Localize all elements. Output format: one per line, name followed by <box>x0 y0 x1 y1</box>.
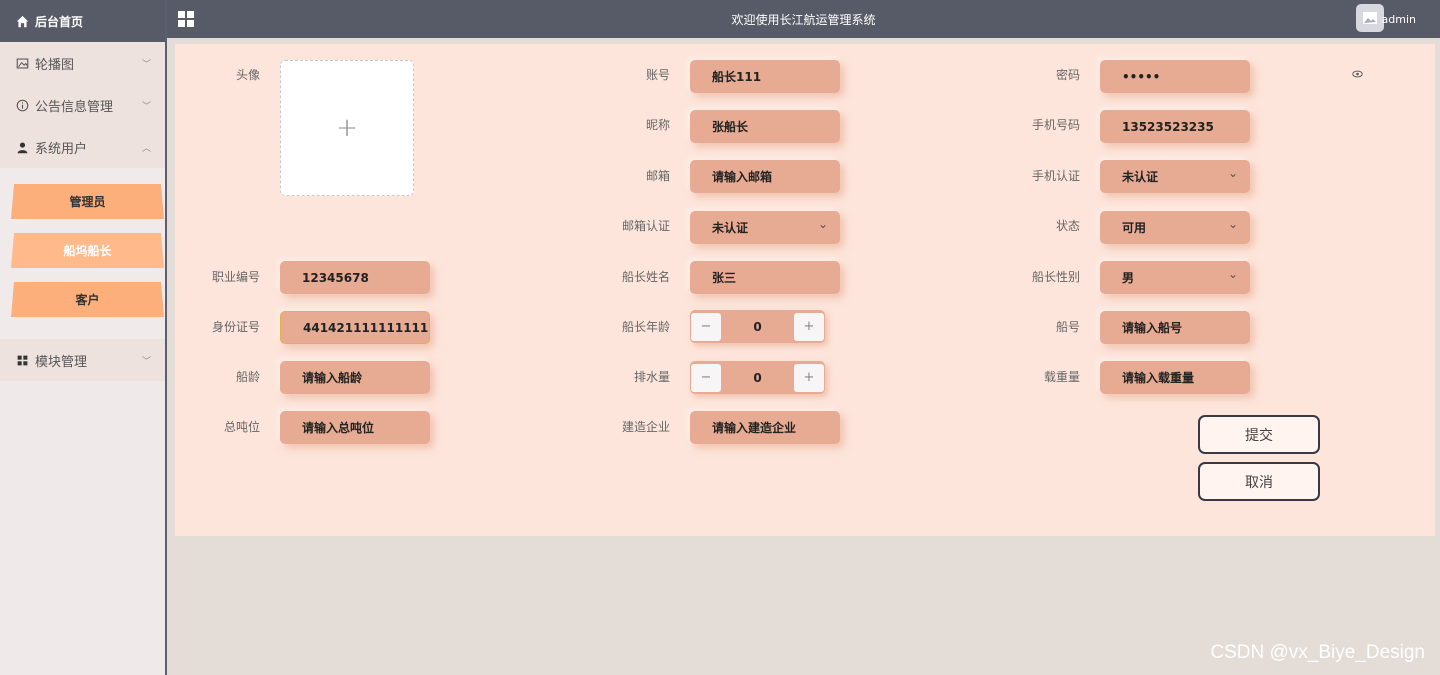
ship-no-label: 船号 <box>1055 320 1080 334</box>
sidebar-home[interactable]: 后台首页 <box>0 0 165 42</box>
id-card-input[interactable]: 441421111111111 <box>280 311 430 344</box>
account-label: 账号 <box>645 68 670 82</box>
nickname-label: 昵称 <box>645 118 670 132</box>
captain-age-label: 船长年龄 <box>621 320 670 334</box>
sidebar: 后台首页 轮播图 ﹀ 公告信息管理 ﹀ 系统用户 ︿ 管理员 船坞船长 客户 模… <box>0 0 167 675</box>
sidebar-home-label: 后台首页 <box>35 14 84 29</box>
ship-age-input[interactable]: 请输入船龄 <box>280 361 430 394</box>
password-input[interactable]: ••••• <box>1100 60 1250 93</box>
phone-label: 手机号码 <box>1031 118 1080 132</box>
builder-label: 建造企业 <box>621 420 670 434</box>
cancel-button[interactable]: 取消 <box>1198 462 1320 501</box>
minus-button[interactable]: − <box>691 312 721 341</box>
home-icon <box>16 15 29 27</box>
phone-verify-label: 手机认证 <box>1031 169 1080 183</box>
captain-name-label: 船长姓名 <box>621 270 670 284</box>
sidebar-item-system-users[interactable]: 系统用户 ︿ <box>0 126 165 168</box>
phone-verify-select[interactable]: 未认证 <box>1100 160 1250 193</box>
status-select[interactable]: 可用 <box>1100 211 1250 244</box>
module-icon <box>17 355 28 365</box>
email-label: 邮箱 <box>645 169 670 183</box>
nickname-input[interactable]: 张船长 <box>690 110 840 143</box>
form-panel: 头像 + 职业编号 12345678 身份证号 441421111111111 … <box>175 44 1435 536</box>
sidebar-item-label: 模块管理 <box>35 354 88 370</box>
email-input[interactable]: 请输入邮箱 <box>690 160 840 193</box>
submenu-item-captain[interactable]: 船坞船长 <box>11 233 164 268</box>
account-input[interactable]: 船长111 <box>690 60 840 93</box>
ship-no-input[interactable]: 请输入船号 <box>1100 311 1250 344</box>
submit-button[interactable]: 提交 <box>1198 415 1320 454</box>
ship-age-label: 船龄 <box>235 370 260 384</box>
load-input[interactable]: 请输入载重量 <box>1100 361 1250 394</box>
email-verify-label: 邮箱认证 <box>621 219 670 233</box>
displacement-stepper: − 0 + <box>690 361 825 394</box>
captain-gender-select[interactable]: 男 <box>1100 261 1250 294</box>
status-label: 状态 <box>1055 219 1080 233</box>
job-no-label: 职业编号 <box>211 270 260 284</box>
captain-age-value[interactable]: 0 <box>753 320 761 334</box>
displacement-label: 排水量 <box>633 370 670 384</box>
submenu: 管理员 船坞船长 客户 <box>0 168 165 339</box>
user-icon <box>17 141 28 153</box>
avatar-upload[interactable]: + <box>280 60 414 196</box>
sidebar-item-notice[interactable]: 公告信息管理 ﹀ <box>0 84 165 126</box>
builder-input[interactable]: 请输入建造企业 <box>690 411 840 444</box>
eye-icon[interactable] <box>1352 68 1363 81</box>
minus-button[interactable]: − <box>691 363 721 392</box>
sidebar-item-label: 轮播图 <box>35 57 75 73</box>
tonnage-input[interactable]: 请输入总吨位 <box>280 411 430 444</box>
plus-button[interactable]: + <box>793 363 824 392</box>
image-icon <box>16 58 29 68</box>
id-card-label: 身份证号 <box>211 320 260 334</box>
captain-name-input[interactable]: 张三 <box>690 261 840 294</box>
plus-icon: + <box>336 113 358 143</box>
sidebar-item-modules[interactable]: 模块管理 ﹀ <box>0 339 165 381</box>
submenu-item-customer[interactable]: 客户 <box>11 282 164 317</box>
password-label: 密码 <box>1055 68 1080 82</box>
watermark: CSDN @vx_Biye_Design <box>1210 642 1425 663</box>
username[interactable]: admin <box>1382 13 1416 26</box>
avatar-label: 头像 <box>235 68 260 82</box>
topbar: 欢迎使用长江航运管理系统 admin <box>167 0 1440 38</box>
captain-age-stepper: − 0 + <box>690 310 825 343</box>
chevron-down-icon: ﹀ <box>141 60 151 70</box>
job-no-input[interactable]: 12345678 <box>280 261 430 294</box>
sidebar-item-carousel[interactable]: 轮播图 ﹀ <box>0 42 165 84</box>
email-verify-select[interactable]: 未认证 <box>690 211 840 244</box>
load-label: 载重量 <box>1043 370 1080 384</box>
avatar[interactable] <box>1356 4 1384 32</box>
image-icon <box>1363 12 1377 24</box>
plus-button[interactable]: + <box>793 312 824 341</box>
chevron-down-icon: ﹀ <box>141 357 151 367</box>
page-title: 欢迎使用长江航运管理系统 <box>731 13 876 27</box>
captain-gender-label: 船长性别 <box>1031 270 1080 284</box>
tonnage-label: 总吨位 <box>223 420 260 434</box>
chevron-up-icon: ︿ <box>141 144 151 154</box>
info-icon <box>16 99 29 111</box>
submenu-item-admin[interactable]: 管理员 <box>11 184 164 219</box>
chevron-down-icon: ﹀ <box>141 102 151 112</box>
sidebar-item-label: 系统用户 <box>35 141 88 157</box>
displacement-value[interactable]: 0 <box>753 371 761 385</box>
sidebar-item-label: 公告信息管理 <box>35 99 114 115</box>
phone-input[interactable]: 13523523235 <box>1100 110 1250 143</box>
